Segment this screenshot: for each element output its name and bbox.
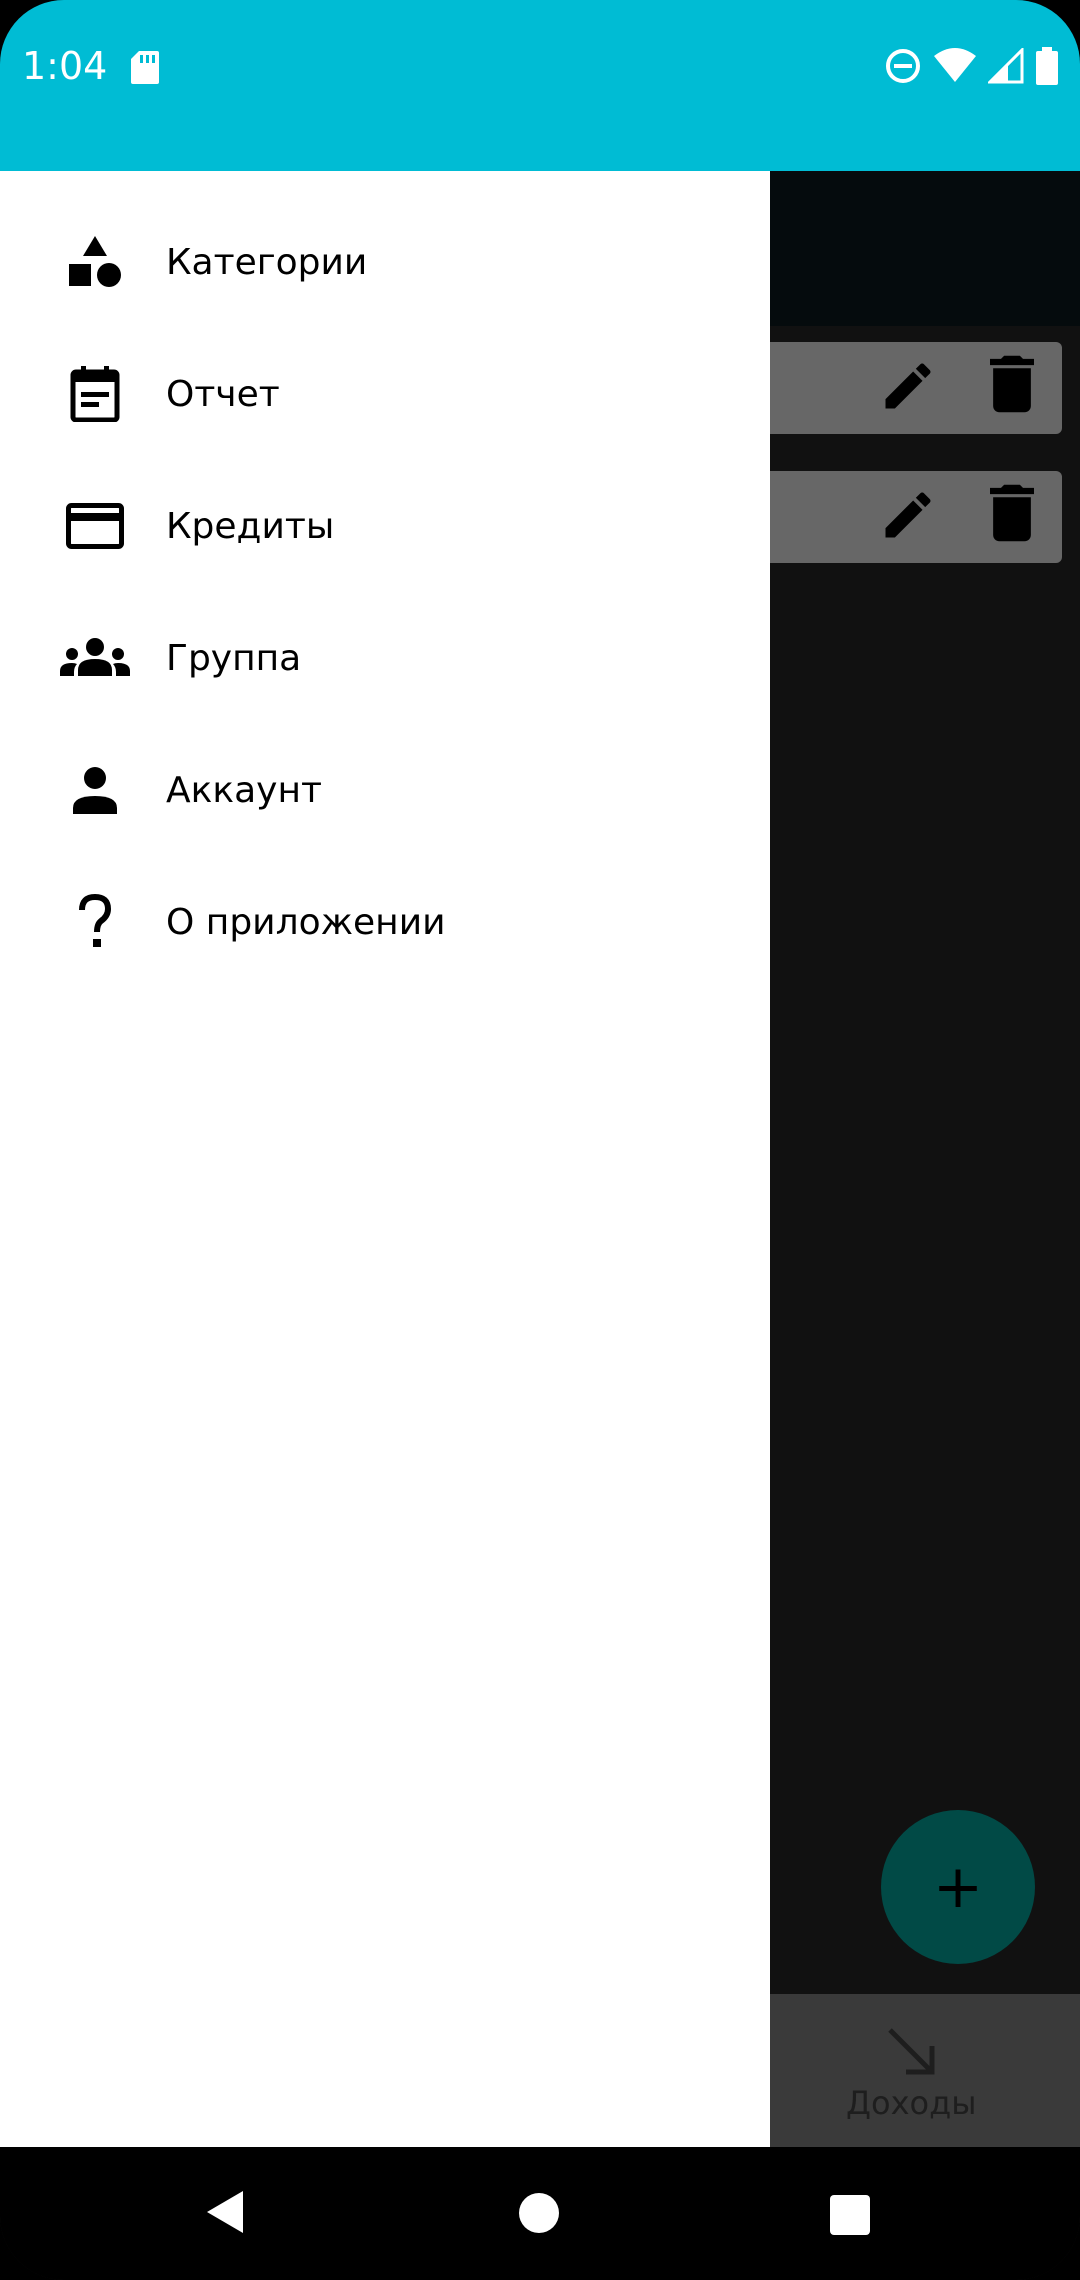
phone-screen: 1:04 а bbox=[0, 0, 1080, 2280]
drawer-item-label: Группа bbox=[166, 637, 302, 679]
arrow-south-east-icon[interactable] bbox=[884, 2024, 940, 2080]
sd-card-icon bbox=[131, 51, 159, 84]
category-icon bbox=[58, 225, 132, 299]
drawer-item-label: Категории bbox=[166, 241, 368, 283]
edit-icon[interactable] bbox=[878, 356, 938, 416]
credit-card-icon bbox=[58, 489, 132, 563]
drawer-item-label: Кредиты bbox=[166, 505, 335, 547]
system-nav-bar bbox=[0, 2147, 1080, 2280]
delete-icon[interactable] bbox=[990, 354, 1034, 414]
signal-icon bbox=[988, 48, 1024, 84]
event-note-icon bbox=[58, 357, 132, 431]
drawer-item-label: Аккаунт bbox=[166, 769, 322, 811]
drawer-item-report[interactable]: Отчет bbox=[0, 328, 770, 460]
drawer-item-account[interactable]: Аккаунт bbox=[0, 724, 770, 856]
person-icon bbox=[58, 753, 132, 827]
wifi-icon bbox=[934, 48, 976, 82]
home-button[interactable] bbox=[519, 2193, 559, 2233]
drawer-item-label: Отчет bbox=[166, 373, 280, 415]
plus-icon: + bbox=[932, 1852, 984, 1922]
status-icons bbox=[884, 44, 1058, 88]
bottom-nav-income-label[interactable]: Доходы bbox=[846, 2084, 976, 2122]
edit-icon[interactable] bbox=[878, 485, 938, 545]
delete-icon[interactable] bbox=[990, 483, 1034, 543]
recent-apps-button[interactable] bbox=[830, 2195, 870, 2235]
drawer-item-group[interactable]: Группа bbox=[0, 592, 770, 724]
help-icon bbox=[58, 885, 132, 959]
battery-icon bbox=[1036, 47, 1058, 85]
drawer-item-categories[interactable]: Категории bbox=[0, 196, 770, 328]
drawer-item-about[interactable]: О приложении bbox=[0, 856, 770, 988]
navigation-drawer: Категории Отчет Кредиты Группа Аккаунт О… bbox=[0, 171, 770, 2147]
groups-icon bbox=[58, 621, 132, 695]
status-bar: 1:04 bbox=[0, 0, 1080, 171]
back-icon[interactable] bbox=[205, 2189, 245, 2235]
status-time: 1:04 bbox=[22, 44, 108, 88]
drawer-item-credits[interactable]: Кредиты bbox=[0, 460, 770, 592]
add-fab-button[interactable]: + bbox=[881, 1810, 1035, 1964]
do-not-disturb-icon bbox=[886, 49, 920, 83]
drawer-item-label: О приложении bbox=[166, 901, 446, 943]
